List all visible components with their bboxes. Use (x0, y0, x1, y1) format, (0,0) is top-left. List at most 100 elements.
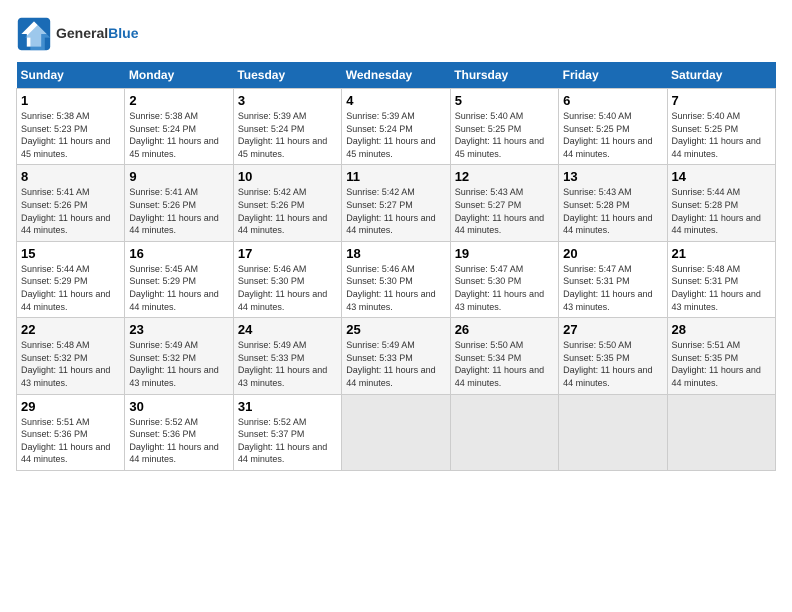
calendar-day-cell: 20 Sunrise: 5:47 AMSunset: 5:31 PMDaylig… (559, 241, 667, 317)
day-info: Sunrise: 5:44 AMSunset: 5:28 PMDaylight:… (672, 186, 771, 236)
day-info: Sunrise: 5:47 AMSunset: 5:30 PMDaylight:… (455, 263, 554, 313)
day-number: 10 (238, 169, 337, 184)
day-info: Sunrise: 5:40 AMSunset: 5:25 PMDaylight:… (672, 110, 771, 160)
calendar-day-cell: 21 Sunrise: 5:48 AMSunset: 5:31 PMDaylig… (667, 241, 775, 317)
day-info: Sunrise: 5:41 AMSunset: 5:26 PMDaylight:… (129, 186, 228, 236)
day-number: 4 (346, 93, 445, 108)
day-info: Sunrise: 5:48 AMSunset: 5:32 PMDaylight:… (21, 339, 120, 389)
calendar-day-cell: 3 Sunrise: 5:39 AMSunset: 5:24 PMDayligh… (233, 89, 341, 165)
day-number: 2 (129, 93, 228, 108)
calendar-day-cell: 30 Sunrise: 5:52 AMSunset: 5:36 PMDaylig… (125, 394, 233, 470)
day-number: 16 (129, 246, 228, 261)
day-number: 6 (563, 93, 662, 108)
weekday-header: Tuesday (233, 62, 341, 89)
calendar-day-cell: 2 Sunrise: 5:38 AMSunset: 5:24 PMDayligh… (125, 89, 233, 165)
day-number: 7 (672, 93, 771, 108)
calendar-day-cell: 11 Sunrise: 5:42 AMSunset: 5:27 PMDaylig… (342, 165, 450, 241)
calendar-day-cell: 8 Sunrise: 5:41 AMSunset: 5:26 PMDayligh… (17, 165, 125, 241)
calendar-day-cell: 15 Sunrise: 5:44 AMSunset: 5:29 PMDaylig… (17, 241, 125, 317)
calendar-day-cell: 10 Sunrise: 5:42 AMSunset: 5:26 PMDaylig… (233, 165, 341, 241)
logo-text: GeneralBlue (56, 25, 138, 43)
day-number: 12 (455, 169, 554, 184)
day-info: Sunrise: 5:49 AMSunset: 5:33 PMDaylight:… (238, 339, 337, 389)
calendar-day-cell (559, 394, 667, 470)
calendar-week-row: 8 Sunrise: 5:41 AMSunset: 5:26 PMDayligh… (17, 165, 776, 241)
day-number: 28 (672, 322, 771, 337)
calendar-day-cell: 19 Sunrise: 5:47 AMSunset: 5:30 PMDaylig… (450, 241, 558, 317)
day-number: 19 (455, 246, 554, 261)
day-number: 9 (129, 169, 228, 184)
calendar-day-cell: 5 Sunrise: 5:40 AMSunset: 5:25 PMDayligh… (450, 89, 558, 165)
day-info: Sunrise: 5:52 AMSunset: 5:36 PMDaylight:… (129, 416, 228, 466)
day-number: 5 (455, 93, 554, 108)
day-info: Sunrise: 5:40 AMSunset: 5:25 PMDaylight:… (563, 110, 662, 160)
calendar-day-cell: 18 Sunrise: 5:46 AMSunset: 5:30 PMDaylig… (342, 241, 450, 317)
day-number: 14 (672, 169, 771, 184)
day-info: Sunrise: 5:46 AMSunset: 5:30 PMDaylight:… (346, 263, 445, 313)
day-number: 13 (563, 169, 662, 184)
weekday-header: Thursday (450, 62, 558, 89)
day-info: Sunrise: 5:43 AMSunset: 5:28 PMDaylight:… (563, 186, 662, 236)
calendar-day-cell: 23 Sunrise: 5:49 AMSunset: 5:32 PMDaylig… (125, 318, 233, 394)
logo-icon (16, 16, 52, 52)
day-number: 15 (21, 246, 120, 261)
weekday-header-row: SundayMondayTuesdayWednesdayThursdayFrid… (17, 62, 776, 89)
day-info: Sunrise: 5:42 AMSunset: 5:26 PMDaylight:… (238, 186, 337, 236)
calendar-day-cell: 29 Sunrise: 5:51 AMSunset: 5:36 PMDaylig… (17, 394, 125, 470)
day-info: Sunrise: 5:49 AMSunset: 5:33 PMDaylight:… (346, 339, 445, 389)
day-info: Sunrise: 5:39 AMSunset: 5:24 PMDaylight:… (346, 110, 445, 160)
day-number: 26 (455, 322, 554, 337)
day-info: Sunrise: 5:41 AMSunset: 5:26 PMDaylight:… (21, 186, 120, 236)
day-number: 3 (238, 93, 337, 108)
calendar-week-row: 1 Sunrise: 5:38 AMSunset: 5:23 PMDayligh… (17, 89, 776, 165)
day-info: Sunrise: 5:48 AMSunset: 5:31 PMDaylight:… (672, 263, 771, 313)
day-info: Sunrise: 5:50 AMSunset: 5:34 PMDaylight:… (455, 339, 554, 389)
day-number: 11 (346, 169, 445, 184)
day-info: Sunrise: 5:52 AMSunset: 5:37 PMDaylight:… (238, 416, 337, 466)
calendar-day-cell: 17 Sunrise: 5:46 AMSunset: 5:30 PMDaylig… (233, 241, 341, 317)
calendar-day-cell: 7 Sunrise: 5:40 AMSunset: 5:25 PMDayligh… (667, 89, 775, 165)
day-info: Sunrise: 5:39 AMSunset: 5:24 PMDaylight:… (238, 110, 337, 160)
weekday-header: Monday (125, 62, 233, 89)
calendar-table: SundayMondayTuesdayWednesdayThursdayFrid… (16, 62, 776, 471)
weekday-header: Friday (559, 62, 667, 89)
day-info: Sunrise: 5:46 AMSunset: 5:30 PMDaylight:… (238, 263, 337, 313)
calendar-day-cell: 27 Sunrise: 5:50 AMSunset: 5:35 PMDaylig… (559, 318, 667, 394)
calendar-day-cell (342, 394, 450, 470)
day-info: Sunrise: 5:42 AMSunset: 5:27 PMDaylight:… (346, 186, 445, 236)
day-number: 29 (21, 399, 120, 414)
day-info: Sunrise: 5:38 AMSunset: 5:24 PMDaylight:… (129, 110, 228, 160)
calendar-day-cell: 16 Sunrise: 5:45 AMSunset: 5:29 PMDaylig… (125, 241, 233, 317)
calendar-day-cell: 22 Sunrise: 5:48 AMSunset: 5:32 PMDaylig… (17, 318, 125, 394)
calendar-day-cell: 1 Sunrise: 5:38 AMSunset: 5:23 PMDayligh… (17, 89, 125, 165)
day-number: 18 (346, 246, 445, 261)
calendar-week-row: 29 Sunrise: 5:51 AMSunset: 5:36 PMDaylig… (17, 394, 776, 470)
calendar-day-cell (450, 394, 558, 470)
calendar-day-cell: 9 Sunrise: 5:41 AMSunset: 5:26 PMDayligh… (125, 165, 233, 241)
day-number: 23 (129, 322, 228, 337)
calendar-day-cell: 14 Sunrise: 5:44 AMSunset: 5:28 PMDaylig… (667, 165, 775, 241)
page-header: GeneralBlue (16, 16, 776, 52)
day-info: Sunrise: 5:43 AMSunset: 5:27 PMDaylight:… (455, 186, 554, 236)
day-number: 30 (129, 399, 228, 414)
day-number: 25 (346, 322, 445, 337)
day-number: 1 (21, 93, 120, 108)
day-info: Sunrise: 5:38 AMSunset: 5:23 PMDaylight:… (21, 110, 120, 160)
logo: GeneralBlue (16, 16, 138, 52)
day-number: 24 (238, 322, 337, 337)
day-number: 22 (21, 322, 120, 337)
day-info: Sunrise: 5:40 AMSunset: 5:25 PMDaylight:… (455, 110, 554, 160)
day-number: 8 (21, 169, 120, 184)
weekday-header: Sunday (17, 62, 125, 89)
day-info: Sunrise: 5:50 AMSunset: 5:35 PMDaylight:… (563, 339, 662, 389)
day-info: Sunrise: 5:51 AMSunset: 5:36 PMDaylight:… (21, 416, 120, 466)
calendar-week-row: 15 Sunrise: 5:44 AMSunset: 5:29 PMDaylig… (17, 241, 776, 317)
calendar-day-cell: 13 Sunrise: 5:43 AMSunset: 5:28 PMDaylig… (559, 165, 667, 241)
calendar-day-cell: 4 Sunrise: 5:39 AMSunset: 5:24 PMDayligh… (342, 89, 450, 165)
day-number: 21 (672, 246, 771, 261)
weekday-header: Saturday (667, 62, 775, 89)
calendar-day-cell: 31 Sunrise: 5:52 AMSunset: 5:37 PMDaylig… (233, 394, 341, 470)
calendar-day-cell (667, 394, 775, 470)
calendar-day-cell: 28 Sunrise: 5:51 AMSunset: 5:35 PMDaylig… (667, 318, 775, 394)
day-info: Sunrise: 5:49 AMSunset: 5:32 PMDaylight:… (129, 339, 228, 389)
